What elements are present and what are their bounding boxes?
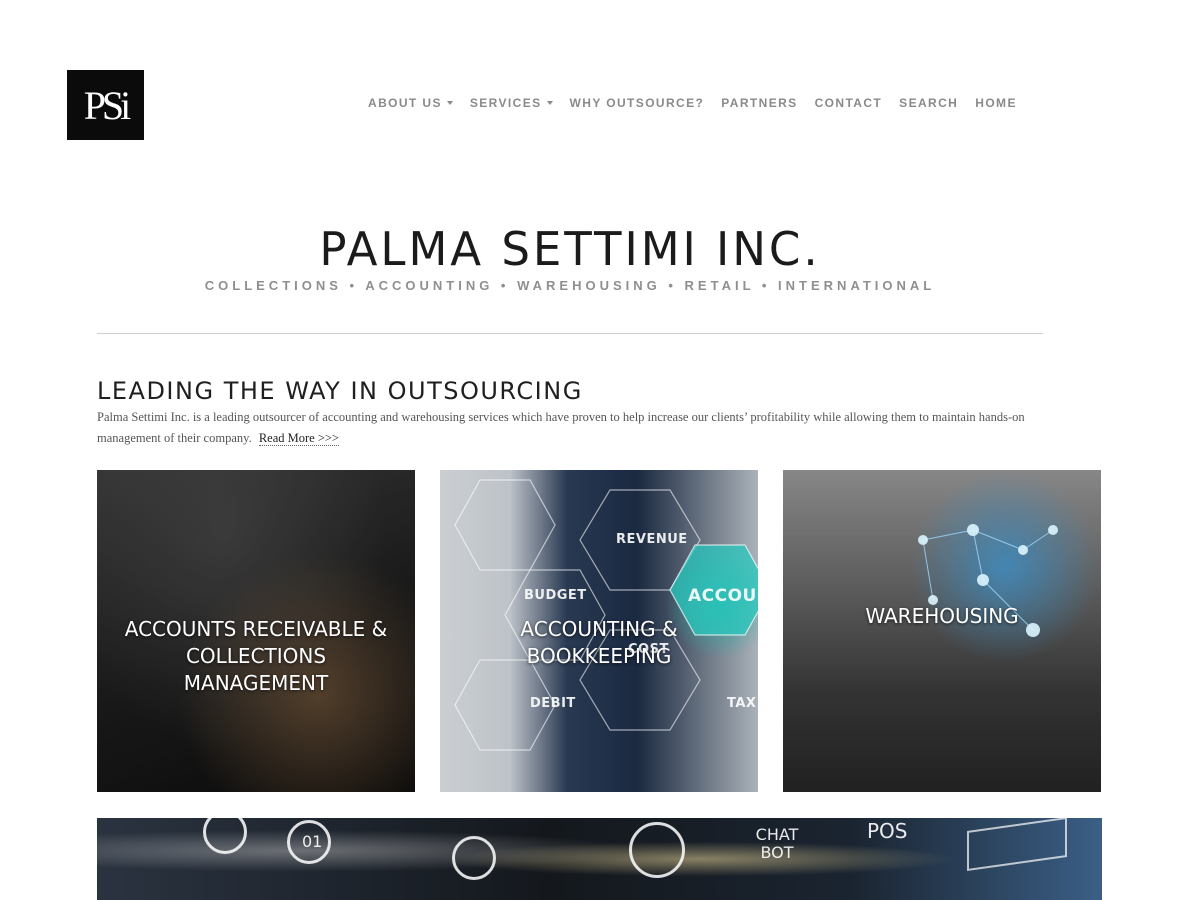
card-title: WAREHOUSING	[865, 603, 1019, 628]
nav-item-about-us[interactable]: ABOUT US	[368, 96, 453, 110]
nav-item-partners[interactable]: PARTNERS	[721, 96, 797, 110]
technology-banner: 01 CHAT BOT POS	[97, 818, 1102, 900]
read-more-link[interactable]: Read More >>>	[258, 431, 339, 446]
intro-body: Palma Settimi Inc. is a leading outsourc…	[97, 410, 1025, 445]
nav-item-search[interactable]: SEARCH	[899, 96, 958, 110]
pos-label: POS	[867, 819, 908, 843]
caret-down-icon	[446, 101, 453, 105]
site-tagline: COLLECTIONS • ACCOUNTING • WAREHOUSING •…	[204, 278, 936, 293]
header-divider	[97, 333, 1043, 334]
nav-item-why-outsource[interactable]: WHY OUTSOURCE?	[570, 96, 705, 110]
target-icon	[452, 836, 496, 880]
wifi-icon	[203, 818, 247, 854]
image-word: REVENUE	[616, 532, 688, 547]
image-word: BUDGET	[524, 588, 587, 603]
intro-heading: LEADING THE WAY IN OUTSOURCING	[97, 377, 583, 405]
main-nav: ABOUT US SERVICES WHY OUTSOURCE? PARTNER…	[368, 96, 1017, 110]
megaphone-icon	[629, 822, 685, 878]
chat-bot-label: CHAT BOT	[755, 825, 799, 862]
service-card-accounts-receivable[interactable]: ACCOUNTS RECEIVABLE & COLLECTIONS MANAGE…	[97, 470, 415, 792]
caret-down-icon	[546, 101, 553, 105]
image-word: DEBIT	[530, 696, 576, 711]
nav-item-home[interactable]: HOME	[975, 96, 1017, 110]
card-title: ACCOUNTS RECEIVABLE & COLLECTIONS MANAGE…	[124, 616, 388, 695]
intro-text: Palma Settimi Inc. is a leading outsourc…	[97, 407, 1037, 449]
nav-item-contact[interactable]: CONTACT	[815, 96, 883, 110]
laptop-icon	[967, 818, 1067, 872]
binary-label: 01	[302, 832, 323, 851]
image-word: TAX	[727, 696, 757, 711]
logo[interactable]: PSi	[67, 70, 144, 140]
service-card-accounting[interactable]: REVENUE BUDGET ACCOUNT COST DEBIT TAX AC…	[440, 470, 758, 792]
site-title: PALMA SETTIMI INC.	[319, 222, 821, 276]
card-title: ACCOUNTING & BOOKKEEPING	[520, 617, 678, 668]
network-graphic	[918, 524, 1058, 637]
service-card-warehousing[interactable]: WAREHOUSING	[783, 470, 1101, 792]
nav-item-services[interactable]: SERVICES	[470, 96, 553, 110]
image-word: ACCOUNT	[688, 586, 758, 606]
